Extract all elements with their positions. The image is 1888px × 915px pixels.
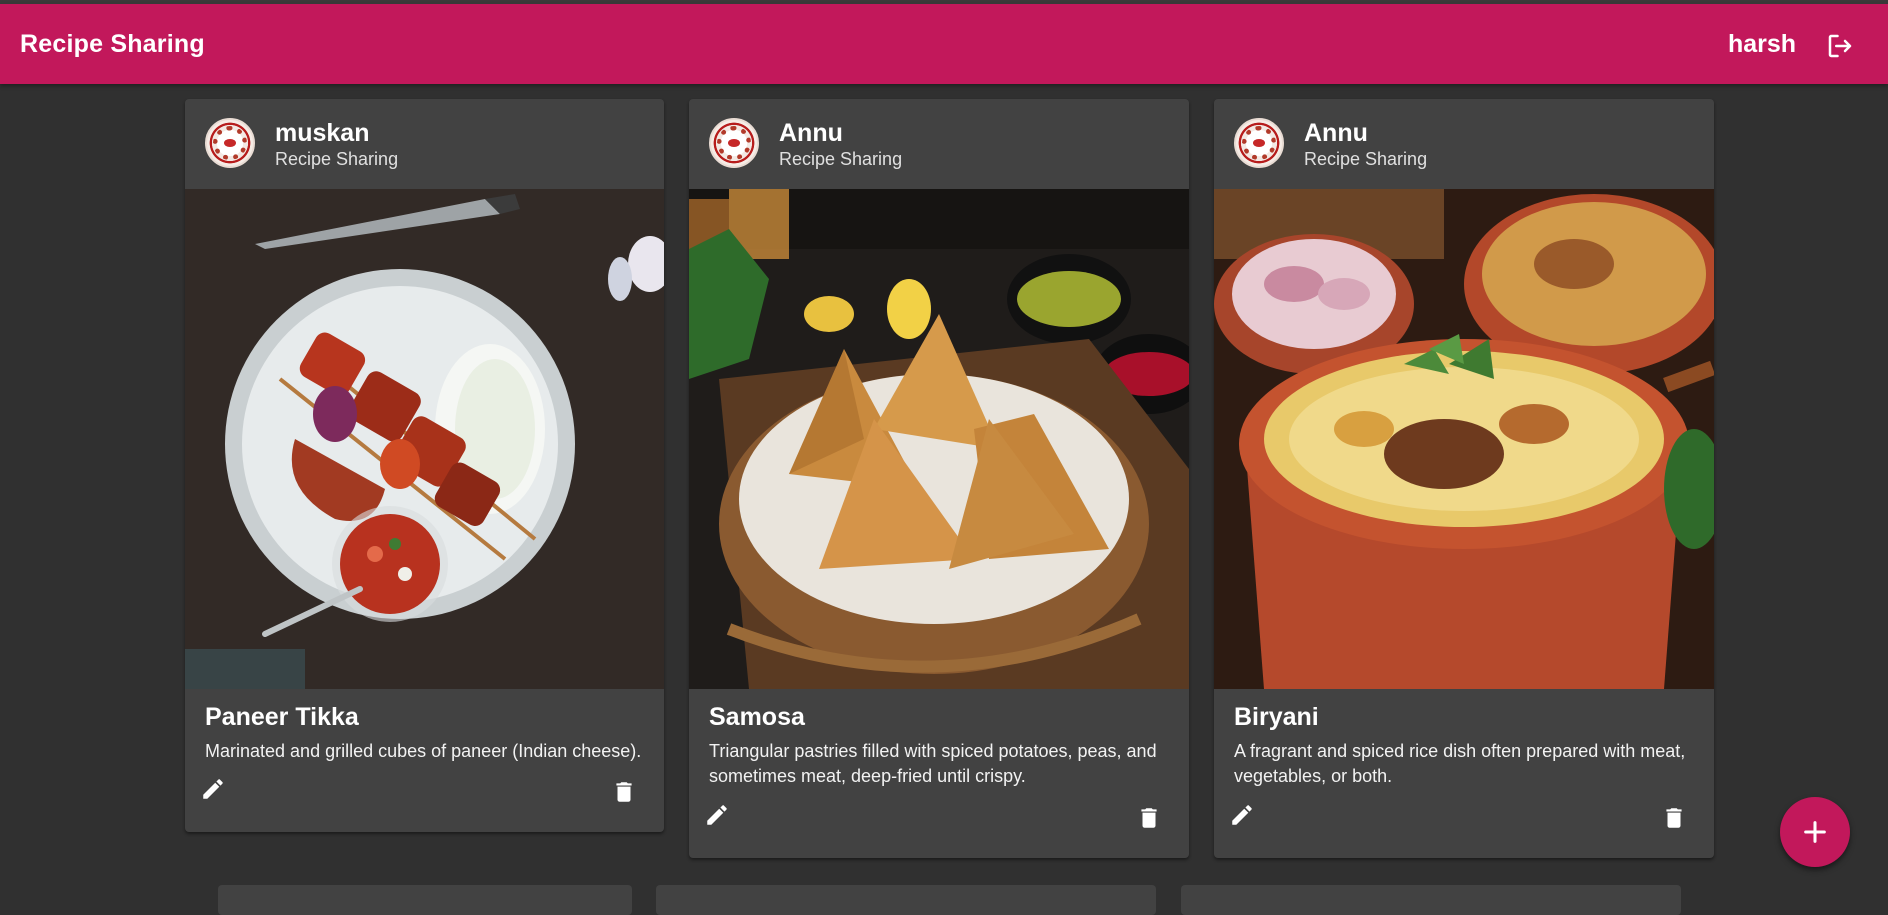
pencil-icon xyxy=(707,805,727,825)
pencil-icon xyxy=(203,779,223,799)
recipe-card-partial xyxy=(656,885,1156,915)
card-header: Annu Recipe Sharing xyxy=(689,99,1189,189)
edit-button[interactable] xyxy=(1224,797,1260,833)
recipe-card-partial xyxy=(1181,885,1681,915)
card-subheader: Recipe Sharing xyxy=(1304,149,1428,169)
edit-button[interactable] xyxy=(699,797,735,833)
recipe-image-samosa xyxy=(689,189,1189,689)
card-subheader: Recipe Sharing xyxy=(275,149,399,169)
recipe-description: Triangular pastries filled with spiced p… xyxy=(709,741,1157,786)
pencil-icon xyxy=(1232,805,1252,825)
avatar xyxy=(709,118,759,168)
recipe-author: Annu xyxy=(779,119,843,147)
recipe-title: Paneer Tikka xyxy=(205,703,359,731)
recipe-card: Annu Recipe Sharing Samosa Triangular pa… xyxy=(689,99,1189,858)
recipe-author: muskan xyxy=(275,119,370,147)
edit-button[interactable] xyxy=(195,771,231,807)
card-header: muskan Recipe Sharing xyxy=(185,99,664,189)
recipe-card: Annu Recipe Sharing Biryani A fragrant a… xyxy=(1214,99,1714,858)
card-subheader: Recipe Sharing xyxy=(779,149,903,169)
delete-button[interactable] xyxy=(606,774,642,810)
delete-button[interactable] xyxy=(1131,800,1167,836)
logout-button[interactable] xyxy=(1820,26,1860,66)
recipe-title: Samosa xyxy=(709,703,805,731)
recipe-description: A fragrant and spiced rice dish often pr… xyxy=(1234,741,1686,786)
app-bar: Recipe Sharing harsh xyxy=(0,4,1888,84)
recipe-author: Annu xyxy=(1304,119,1368,147)
plus-icon xyxy=(1804,821,1826,843)
recipe-description: Marinated and grilled cubes of paneer (I… xyxy=(205,741,642,761)
recipe-image-paneer-tikka xyxy=(185,189,664,689)
trash-icon xyxy=(1666,808,1682,828)
trash-icon xyxy=(1141,808,1157,828)
add-recipe-button[interactable] xyxy=(1780,797,1850,867)
card-header: Annu Recipe Sharing xyxy=(1214,99,1714,189)
recipe-title: Biryani xyxy=(1234,703,1319,731)
recipe-card: muskan Recipe Sharing Paneer Tikka Marin… xyxy=(185,99,664,832)
current-user-name: harsh xyxy=(1728,30,1797,58)
recipe-image-biryani xyxy=(1214,189,1714,689)
delete-button[interactable] xyxy=(1656,800,1692,836)
app-title: Recipe Sharing xyxy=(20,30,205,58)
avatar xyxy=(1234,118,1284,168)
trash-icon xyxy=(616,782,632,802)
logout-icon xyxy=(1828,34,1852,58)
recipe-card-partial xyxy=(218,885,632,915)
avatar xyxy=(205,118,255,168)
